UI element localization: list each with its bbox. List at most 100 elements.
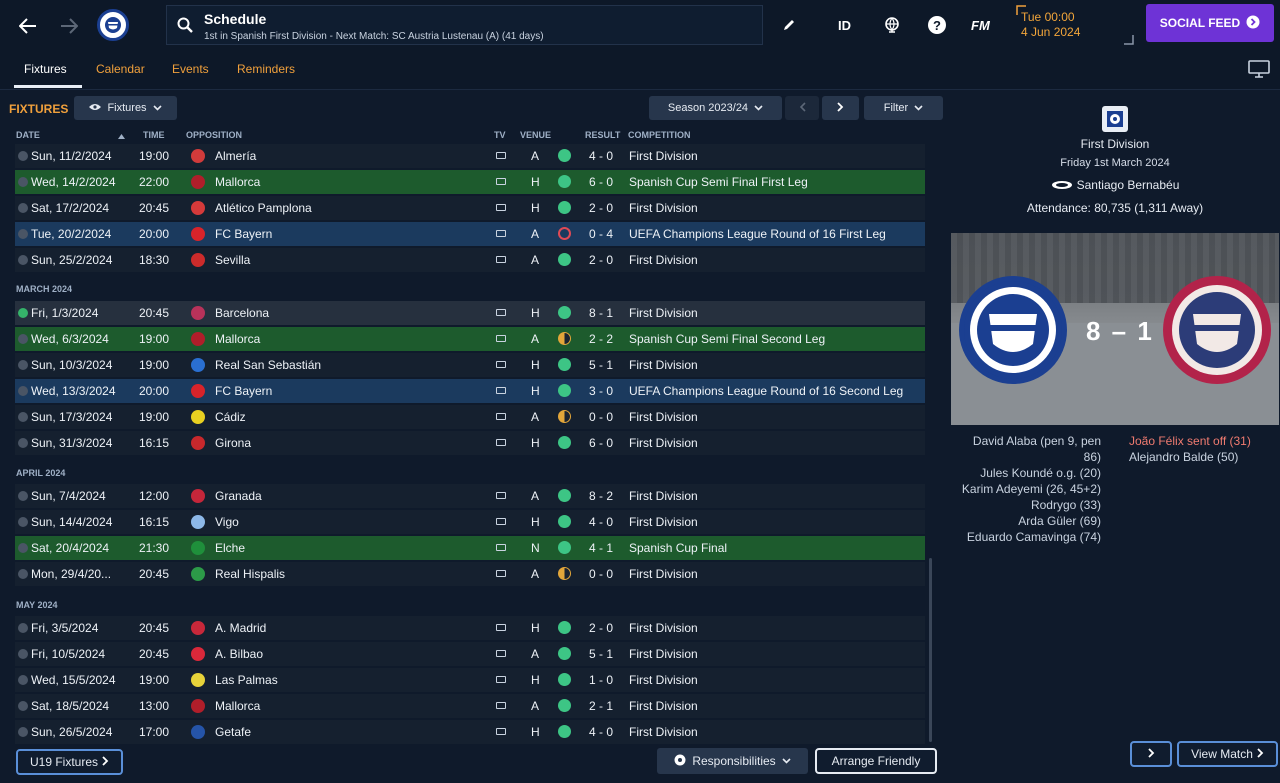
opponent-crest-icon[interactable] (191, 489, 205, 503)
opponent-crest-icon[interactable] (191, 149, 205, 163)
fixture-score[interactable]: 8 - 2 (589, 489, 613, 503)
col-venue[interactable]: VENUE (520, 130, 551, 140)
view-match-button[interactable]: View Match (1177, 741, 1278, 767)
table-row[interactable]: Tue, 20/2/2024 20:00 FC Bayern A 0 - 4 UEFA C… (15, 222, 925, 246)
fixture-score[interactable]: 6 - 0 (589, 175, 613, 189)
fixture-score[interactable]: 2 - 0 (589, 621, 613, 635)
fixture-opposition[interactable]: Mallorca (215, 175, 260, 189)
next-match-button[interactable] (1130, 741, 1172, 767)
fixture-opposition[interactable]: Mallorca (215, 332, 260, 346)
table-row[interactable]: Fri, 1/3/2024 20:45 Barcelona H 8 - 1 First D… (15, 301, 925, 325)
fixture-competition[interactable]: First Division (629, 149, 698, 163)
opponent-crest-icon[interactable] (191, 306, 205, 320)
opponent-crest-icon[interactable] (191, 673, 205, 687)
fixture-competition[interactable]: First Division (629, 647, 698, 661)
table-row[interactable]: Wed, 14/2/2024 22:00 Mallorca H 6 - 0 Spanish… (15, 170, 925, 194)
responsibilities-dropdown[interactable]: Responsibilities (657, 748, 808, 774)
opponent-crest-icon[interactable] (191, 227, 205, 241)
table-row[interactable]: Sat, 18/5/2024 13:00 Mallorca A 2 - 1 First D… (15, 694, 925, 718)
fixture-competition[interactable]: First Division (629, 358, 698, 372)
table-row[interactable]: Sun, 17/3/2024 19:00 Cádiz A 0 - 0 First Divi… (15, 405, 925, 429)
fixture-opposition[interactable]: A. Madrid (215, 621, 266, 635)
table-row[interactable]: Wed, 13/3/2024 20:00 FC Bayern H 3 - 0 UEFA C… (15, 379, 925, 403)
opponent-crest-icon[interactable] (191, 332, 205, 346)
tab-fixtures[interactable]: Fixtures (24, 62, 67, 76)
opponent-crest-icon[interactable] (191, 541, 205, 555)
fixture-score[interactable]: 4 - 0 (589, 725, 613, 739)
back-arrow-icon[interactable] (14, 12, 42, 40)
opponent-crest-icon[interactable] (191, 175, 205, 189)
fixture-opposition[interactable]: Sevilla (215, 253, 250, 267)
monitor-icon[interactable] (1248, 60, 1270, 83)
filter-dropdown[interactable]: Filter (864, 96, 943, 120)
fixture-competition[interactable]: First Division (629, 306, 698, 320)
edit-pencil-icon[interactable] (782, 14, 796, 36)
prev-season-button[interactable] (785, 96, 819, 120)
help-icon[interactable]: ? (927, 14, 947, 36)
fixture-score[interactable]: 2 - 0 (589, 253, 613, 267)
fixture-opposition[interactable]: Girona (215, 436, 251, 450)
fixture-opposition[interactable]: Vigo (215, 515, 239, 529)
search-box[interactable]: Schedule 1st in Spanish First Division -… (166, 5, 763, 45)
fixture-score[interactable]: 2 - 0 (589, 201, 613, 215)
opponent-crest-icon[interactable] (191, 699, 205, 713)
fixture-opposition[interactable]: A. Bilbao (215, 647, 263, 661)
table-row[interactable]: Sat, 17/2/2024 20:45 Atlético Pamplona H 2 -… (15, 196, 925, 220)
fixture-competition[interactable]: First Division (629, 621, 698, 635)
fixture-opposition[interactable]: Almería (215, 149, 256, 163)
table-row[interactable]: Wed, 15/5/2024 19:00 Las Palmas H 1 - 0 First… (15, 668, 925, 692)
u19-fixtures-button[interactable]: U19 Fixtures (16, 749, 123, 775)
fixture-competition[interactable]: First Division (629, 410, 698, 424)
fixture-competition[interactable]: First Division (629, 699, 698, 713)
opponent-crest-icon[interactable] (191, 647, 205, 661)
table-row[interactable]: Sun, 31/3/2024 16:15 Girona H 6 - 0 First Div… (15, 431, 925, 455)
next-season-button[interactable] (822, 96, 859, 120)
fixture-opposition[interactable]: Real San Sebastián (215, 358, 321, 372)
tab-events[interactable]: Events (172, 62, 209, 76)
fixture-score[interactable]: 1 - 0 (589, 673, 613, 687)
fixture-score[interactable]: 4 - 0 (589, 515, 613, 529)
col-opposition[interactable]: OPPOSITION (186, 130, 242, 140)
fixture-opposition[interactable]: Elche (215, 541, 245, 555)
fixture-competition[interactable]: UEFA Champions League Round of 16 Second… (629, 384, 903, 398)
id-button[interactable]: ID (838, 14, 851, 36)
fixture-opposition[interactable]: Mallorca (215, 699, 260, 713)
social-feed-button[interactable]: SOCIAL FEED (1146, 4, 1274, 42)
opponent-crest-icon[interactable] (191, 201, 205, 215)
fixture-opposition[interactable]: Real Hispalis (215, 567, 285, 581)
opponent-crest-icon[interactable] (191, 436, 205, 450)
table-row[interactable]: Sat, 20/4/2024 21:30 Elche N 4 - 1 Spanish Cu… (15, 536, 925, 560)
globe-icon[interactable] (884, 14, 900, 36)
club-badge-icon[interactable] (97, 9, 129, 41)
opponent-crest-icon[interactable] (191, 725, 205, 739)
fixture-score[interactable]: 3 - 0 (589, 384, 613, 398)
fixture-opposition[interactable]: Getafe (215, 725, 251, 739)
forward-arrow-icon[interactable] (55, 12, 83, 40)
col-result[interactable]: RESULT (585, 130, 620, 140)
opponent-crest-icon[interactable] (191, 410, 205, 424)
table-row[interactable]: Mon, 29/4/20... 20:45 Real Hispalis A 0 - 0 F… (15, 562, 925, 586)
view-dropdown[interactable]: Fixtures (74, 96, 177, 120)
fixture-score[interactable]: 2 - 1 (589, 699, 613, 713)
fixture-score[interactable]: 0 - 4 (589, 227, 613, 241)
fixture-competition[interactable]: First Division (629, 489, 698, 503)
fixture-opposition[interactable]: Atlético Pamplona (215, 201, 312, 215)
tab-reminders[interactable]: Reminders (237, 62, 295, 76)
table-row[interactable]: Sun, 11/2/2024 19:00 Almería A 4 - 0 First Di… (15, 144, 925, 168)
fixture-competition[interactable]: First Division (629, 673, 698, 687)
fixture-score[interactable]: 0 - 0 (589, 567, 613, 581)
col-date[interactable]: DATE (16, 130, 40, 140)
opponent-crest-icon[interactable] (191, 567, 205, 581)
table-row[interactable]: Sun, 10/3/2024 19:00 Real San Sebastián H 5 … (15, 353, 925, 377)
fixture-competition[interactable]: Spanish Cup Semi Final First Leg (629, 175, 808, 189)
tab-calendar[interactable]: Calendar (96, 62, 145, 76)
season-dropdown[interactable]: Season 2023/24 (649, 96, 782, 120)
fixture-opposition[interactable]: Cádiz (215, 410, 246, 424)
fixture-competition[interactable]: First Division (629, 253, 698, 267)
fixture-score[interactable]: 5 - 1 (589, 647, 613, 661)
opponent-crest-icon[interactable] (191, 621, 205, 635)
fixture-competition[interactable]: First Division (629, 201, 698, 215)
fixture-competition[interactable]: Spanish Cup Final (629, 541, 727, 555)
col-time[interactable]: TIME (143, 130, 165, 140)
fixture-competition[interactable]: Spanish Cup Semi Final Second Leg (629, 332, 825, 346)
